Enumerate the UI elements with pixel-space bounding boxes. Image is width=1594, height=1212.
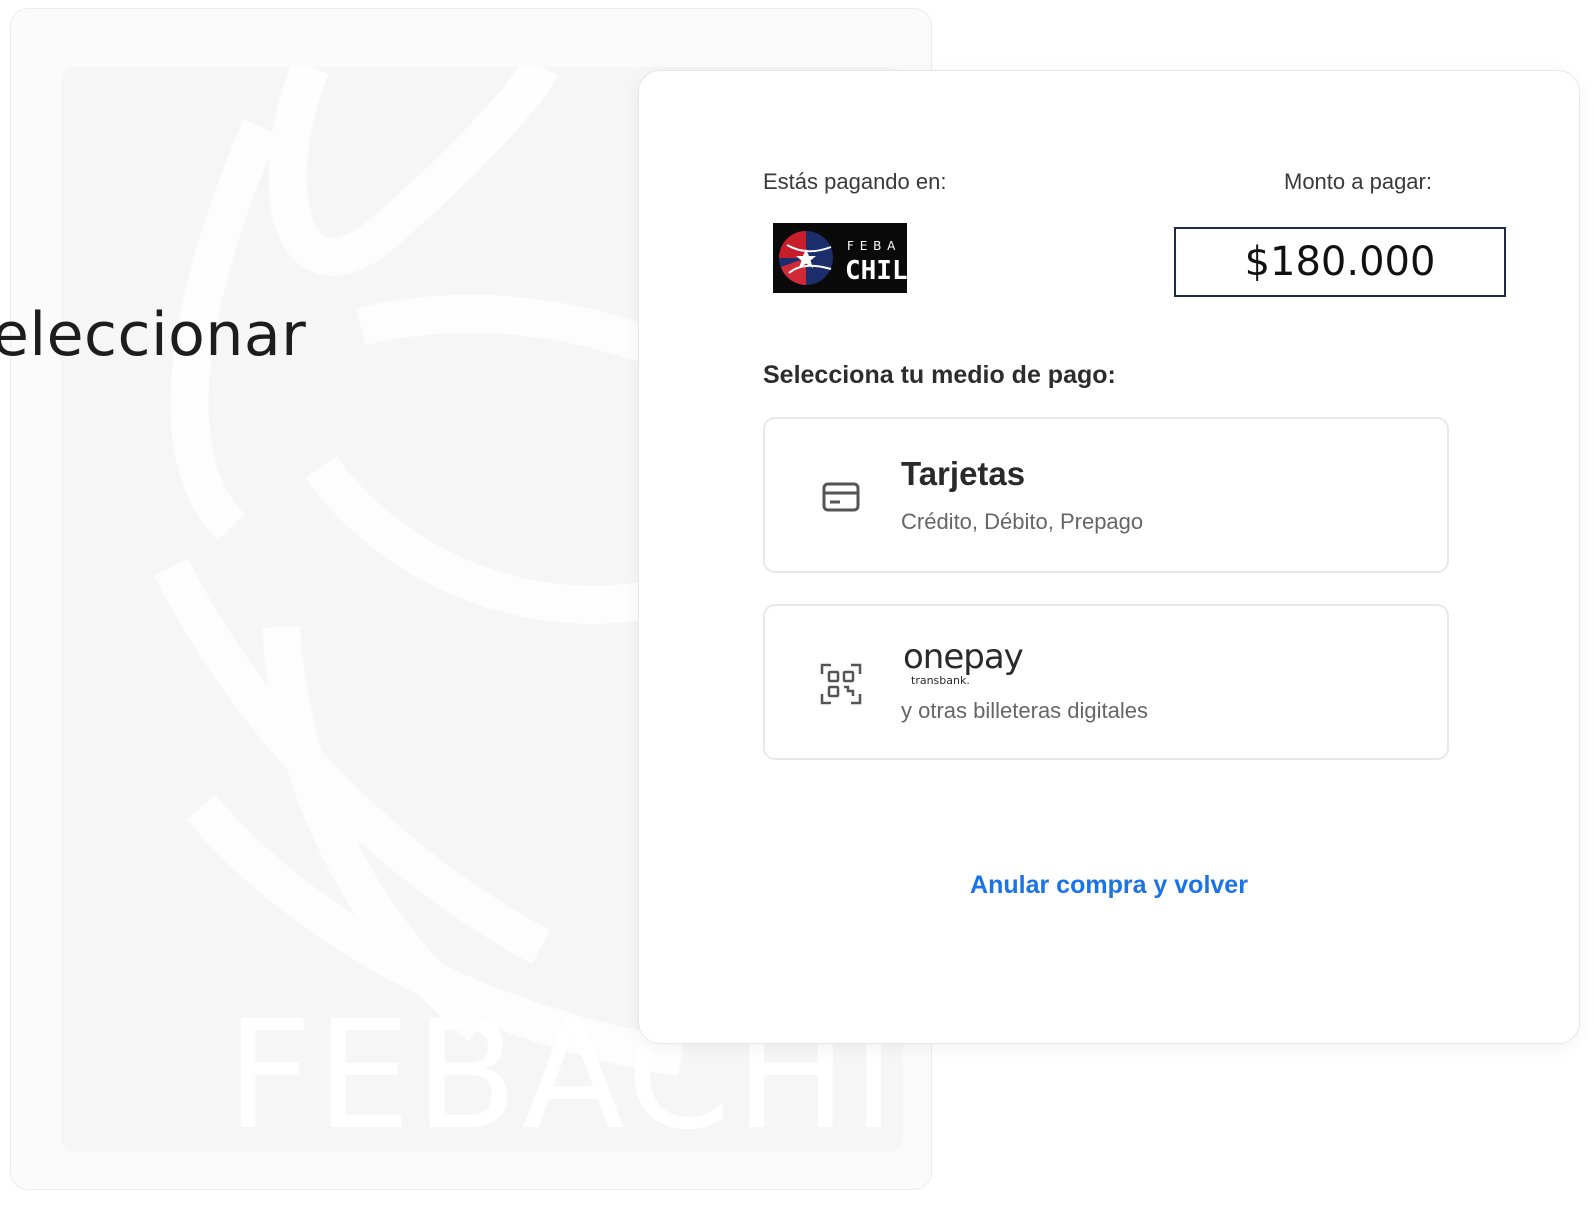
amount-label: Monto a pagar: <box>1284 169 1432 194</box>
payment-option-cards[interactable]: Tarjetas Crédito, Débito, Prepago <box>763 417 1449 573</box>
slide-title: eleccionar <box>0 300 307 370</box>
svg-text:F E B A: F E B A <box>847 239 896 253</box>
amount-value: $180.000 <box>1174 227 1506 297</box>
svg-text:CHILE: CHILE <box>845 256 907 286</box>
cards-title: Tarjetas <box>901 455 1026 492</box>
checkout-card: Estás pagando en: Monto a pagar: F E B A… <box>638 70 1580 1044</box>
cancel-purchase-link[interactable]: Anular compra y volver <box>639 871 1579 900</box>
svg-text:transbank.: transbank. <box>911 674 970 687</box>
credit-card-icon <box>822 482 860 512</box>
payment-option-onepay[interactable]: onepay transbank. y otras billeteras dig… <box>763 604 1449 760</box>
svg-text:onepay: onepay <box>903 637 1024 677</box>
qr-code-icon <box>820 663 862 705</box>
cards-subtitle: Crédito, Débito, Prepago <box>901 509 1144 534</box>
febachile-logo: F E B A CHILE <box>773 223 923 293</box>
onepay-logo: onepay transbank. <box>903 637 1025 687</box>
onepay-subtitle: y otras billeteras digitales <box>901 698 1149 723</box>
paying-label: Estás pagando en: <box>763 169 947 194</box>
payment-method-heading: Selecciona tu medio de pago: <box>763 361 1116 389</box>
